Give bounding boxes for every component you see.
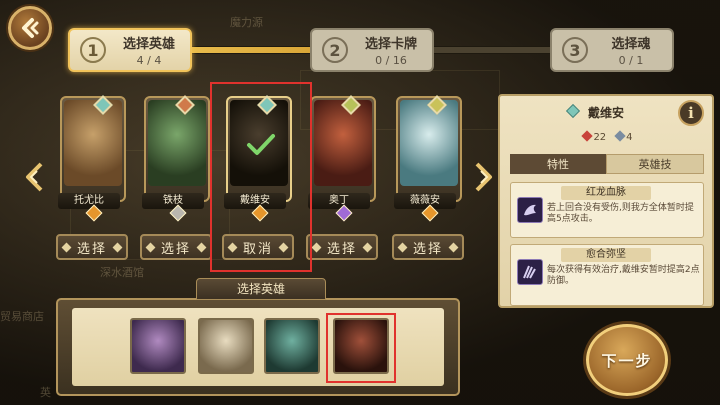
map-label: 贸易商店 xyxy=(0,310,44,323)
button-label: 选择 xyxy=(326,241,357,257)
step-title: 选择英雄 xyxy=(122,37,175,52)
tab-traits[interactable]: 特性 xyxy=(510,154,606,174)
selected-hero-highlight xyxy=(210,82,312,272)
hero-info-panel: 戴维安 i 22 4 特性 英雄技 红龙血脉 若上回合没有受伤,则我方全体暂时提… xyxy=(498,94,714,308)
hero-select-button[interactable]: 选择 xyxy=(392,234,464,260)
skill-title: 愈合弥坚 xyxy=(561,248,651,262)
skill-card: 愈合弥坚 每次获得有效治疗,戴维安暂时提高2点防御。 xyxy=(510,244,704,306)
claw-icon xyxy=(517,259,543,285)
hp-value: 22 xyxy=(593,132,607,143)
hero-select-button[interactable]: 选择 xyxy=(306,234,378,260)
hero-card-slot[interactable] xyxy=(56,96,130,202)
hero-art xyxy=(64,100,122,186)
hero-art xyxy=(314,100,372,186)
skill-title: 红龙血脉 xyxy=(561,186,651,200)
hero-card-slot[interactable] xyxy=(392,96,466,202)
map-label: 英 xyxy=(40,386,51,399)
step-count: 0 / 1 xyxy=(618,54,644,67)
hero-name-label: 奥丁 xyxy=(308,193,370,209)
back-button[interactable] xyxy=(8,6,52,50)
button-label: 选择 xyxy=(412,241,443,257)
scroll-right-button[interactable] xyxy=(470,160,496,194)
hero-name-label: 薇薇安 xyxy=(394,193,456,209)
selected-heroes-tray xyxy=(56,298,460,396)
tray-label: 选择英雄 xyxy=(196,278,326,300)
tab-hero-skill[interactable]: 英雄技 xyxy=(606,154,704,174)
step-title: 选择魂 xyxy=(611,37,651,52)
attack-value: 4 xyxy=(626,132,633,143)
step-select-cards[interactable]: 2 选择卡牌 0 / 16 xyxy=(310,28,434,72)
hero-stats: 22 4 xyxy=(538,130,678,148)
info-tabs: 特性 英雄技 xyxy=(510,154,704,174)
info-button[interactable]: i xyxy=(678,100,704,126)
step-number: 2 xyxy=(322,37,348,63)
sword-icon xyxy=(614,130,626,142)
hero-art xyxy=(400,100,458,186)
selected-portrait-highlight xyxy=(326,313,396,383)
scroll-left-button[interactable] xyxy=(22,160,48,194)
hero-name-label: 铁枝 xyxy=(142,193,204,209)
hero-card[interactable] xyxy=(60,96,126,202)
back-arrow-icon xyxy=(22,18,39,38)
step-select-hero[interactable]: 1 选择英雄 4 / 4 xyxy=(68,28,192,72)
skill-description: 每次获得有效治疗,戴维安暂时提高2点防御。 xyxy=(547,265,700,286)
hero-card[interactable] xyxy=(144,96,210,202)
button-label: 选择 xyxy=(76,241,107,257)
next-step-button[interactable]: 下一步 xyxy=(586,324,668,396)
step-select-soul[interactable]: 3 选择魂 0 / 1 xyxy=(550,28,674,72)
step-title: 选择卡牌 xyxy=(364,37,417,52)
hero-name-label: 托尤比 xyxy=(58,193,120,209)
attack-stat: 4 xyxy=(614,130,633,148)
hero-select-button[interactable]: 选择 xyxy=(140,234,212,260)
chevron-right-icon xyxy=(475,162,492,192)
button-label: 选择 xyxy=(160,241,191,257)
hero-art xyxy=(148,100,206,186)
hero-portrait[interactable] xyxy=(264,318,320,374)
hero-portrait[interactable] xyxy=(130,318,186,374)
skill-description: 若上回合没有受伤,则我方全体暂时提高5点攻击。 xyxy=(547,203,694,224)
hero-card-slot[interactable] xyxy=(140,96,214,202)
skill-card: 红龙血脉 若上回合没有受伤,则我方全体暂时提高5点攻击。 xyxy=(510,182,704,238)
hero-card-slot[interactable] xyxy=(306,96,380,202)
step-number: 3 xyxy=(562,37,588,63)
dragon-icon xyxy=(517,197,543,223)
chevron-left-icon xyxy=(26,162,43,192)
hero-card[interactable] xyxy=(310,96,376,202)
hero-card[interactable] xyxy=(396,96,462,202)
hero-portrait[interactable] xyxy=(198,318,254,374)
hp-stat: 22 xyxy=(581,130,607,148)
step-count: 0 / 16 xyxy=(375,54,407,67)
hero-select-button[interactable]: 选择 xyxy=(56,234,128,260)
map-label: 深水酒馆 xyxy=(100,266,144,279)
step-count: 4 / 4 xyxy=(136,54,162,67)
heart-icon xyxy=(581,130,594,142)
map-label: 魔力源 xyxy=(230,16,263,29)
step-number: 1 xyxy=(80,37,106,63)
